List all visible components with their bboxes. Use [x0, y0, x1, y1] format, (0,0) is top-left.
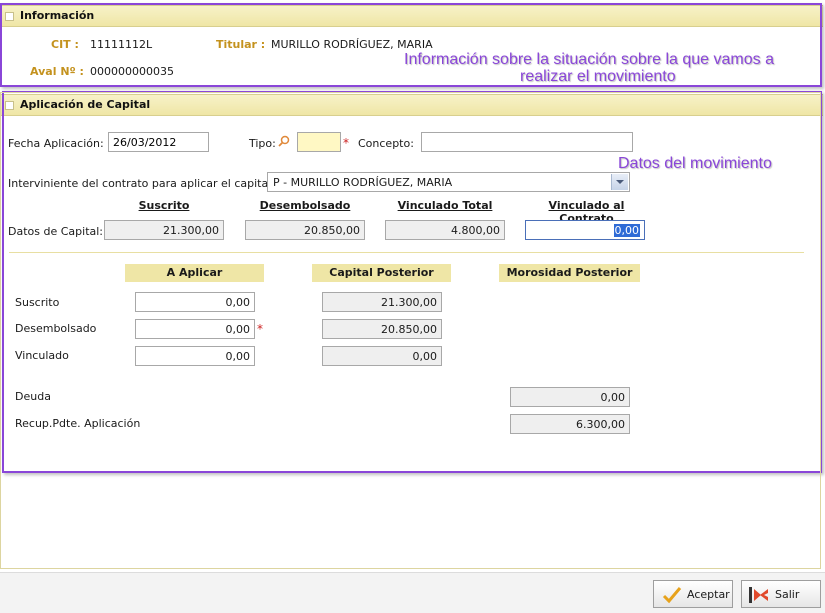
aceptar-button[interactable]: Aceptar [653, 580, 733, 608]
exit-icon [748, 585, 770, 608]
info-highlight-box [0, 3, 822, 87]
check-icon [662, 585, 682, 608]
salir-button[interactable]: Salir [741, 580, 821, 608]
movement-highlight-box [2, 91, 822, 473]
movement-annotation: Datos del movimiento [618, 155, 772, 172]
info-annotation-line1: Información sobre la situación sobre la … [404, 51, 774, 68]
aceptar-label: Aceptar [687, 588, 730, 601]
salir-label: Salir [775, 588, 800, 601]
info-annotation-line2: realizar el movimiento [520, 68, 676, 85]
